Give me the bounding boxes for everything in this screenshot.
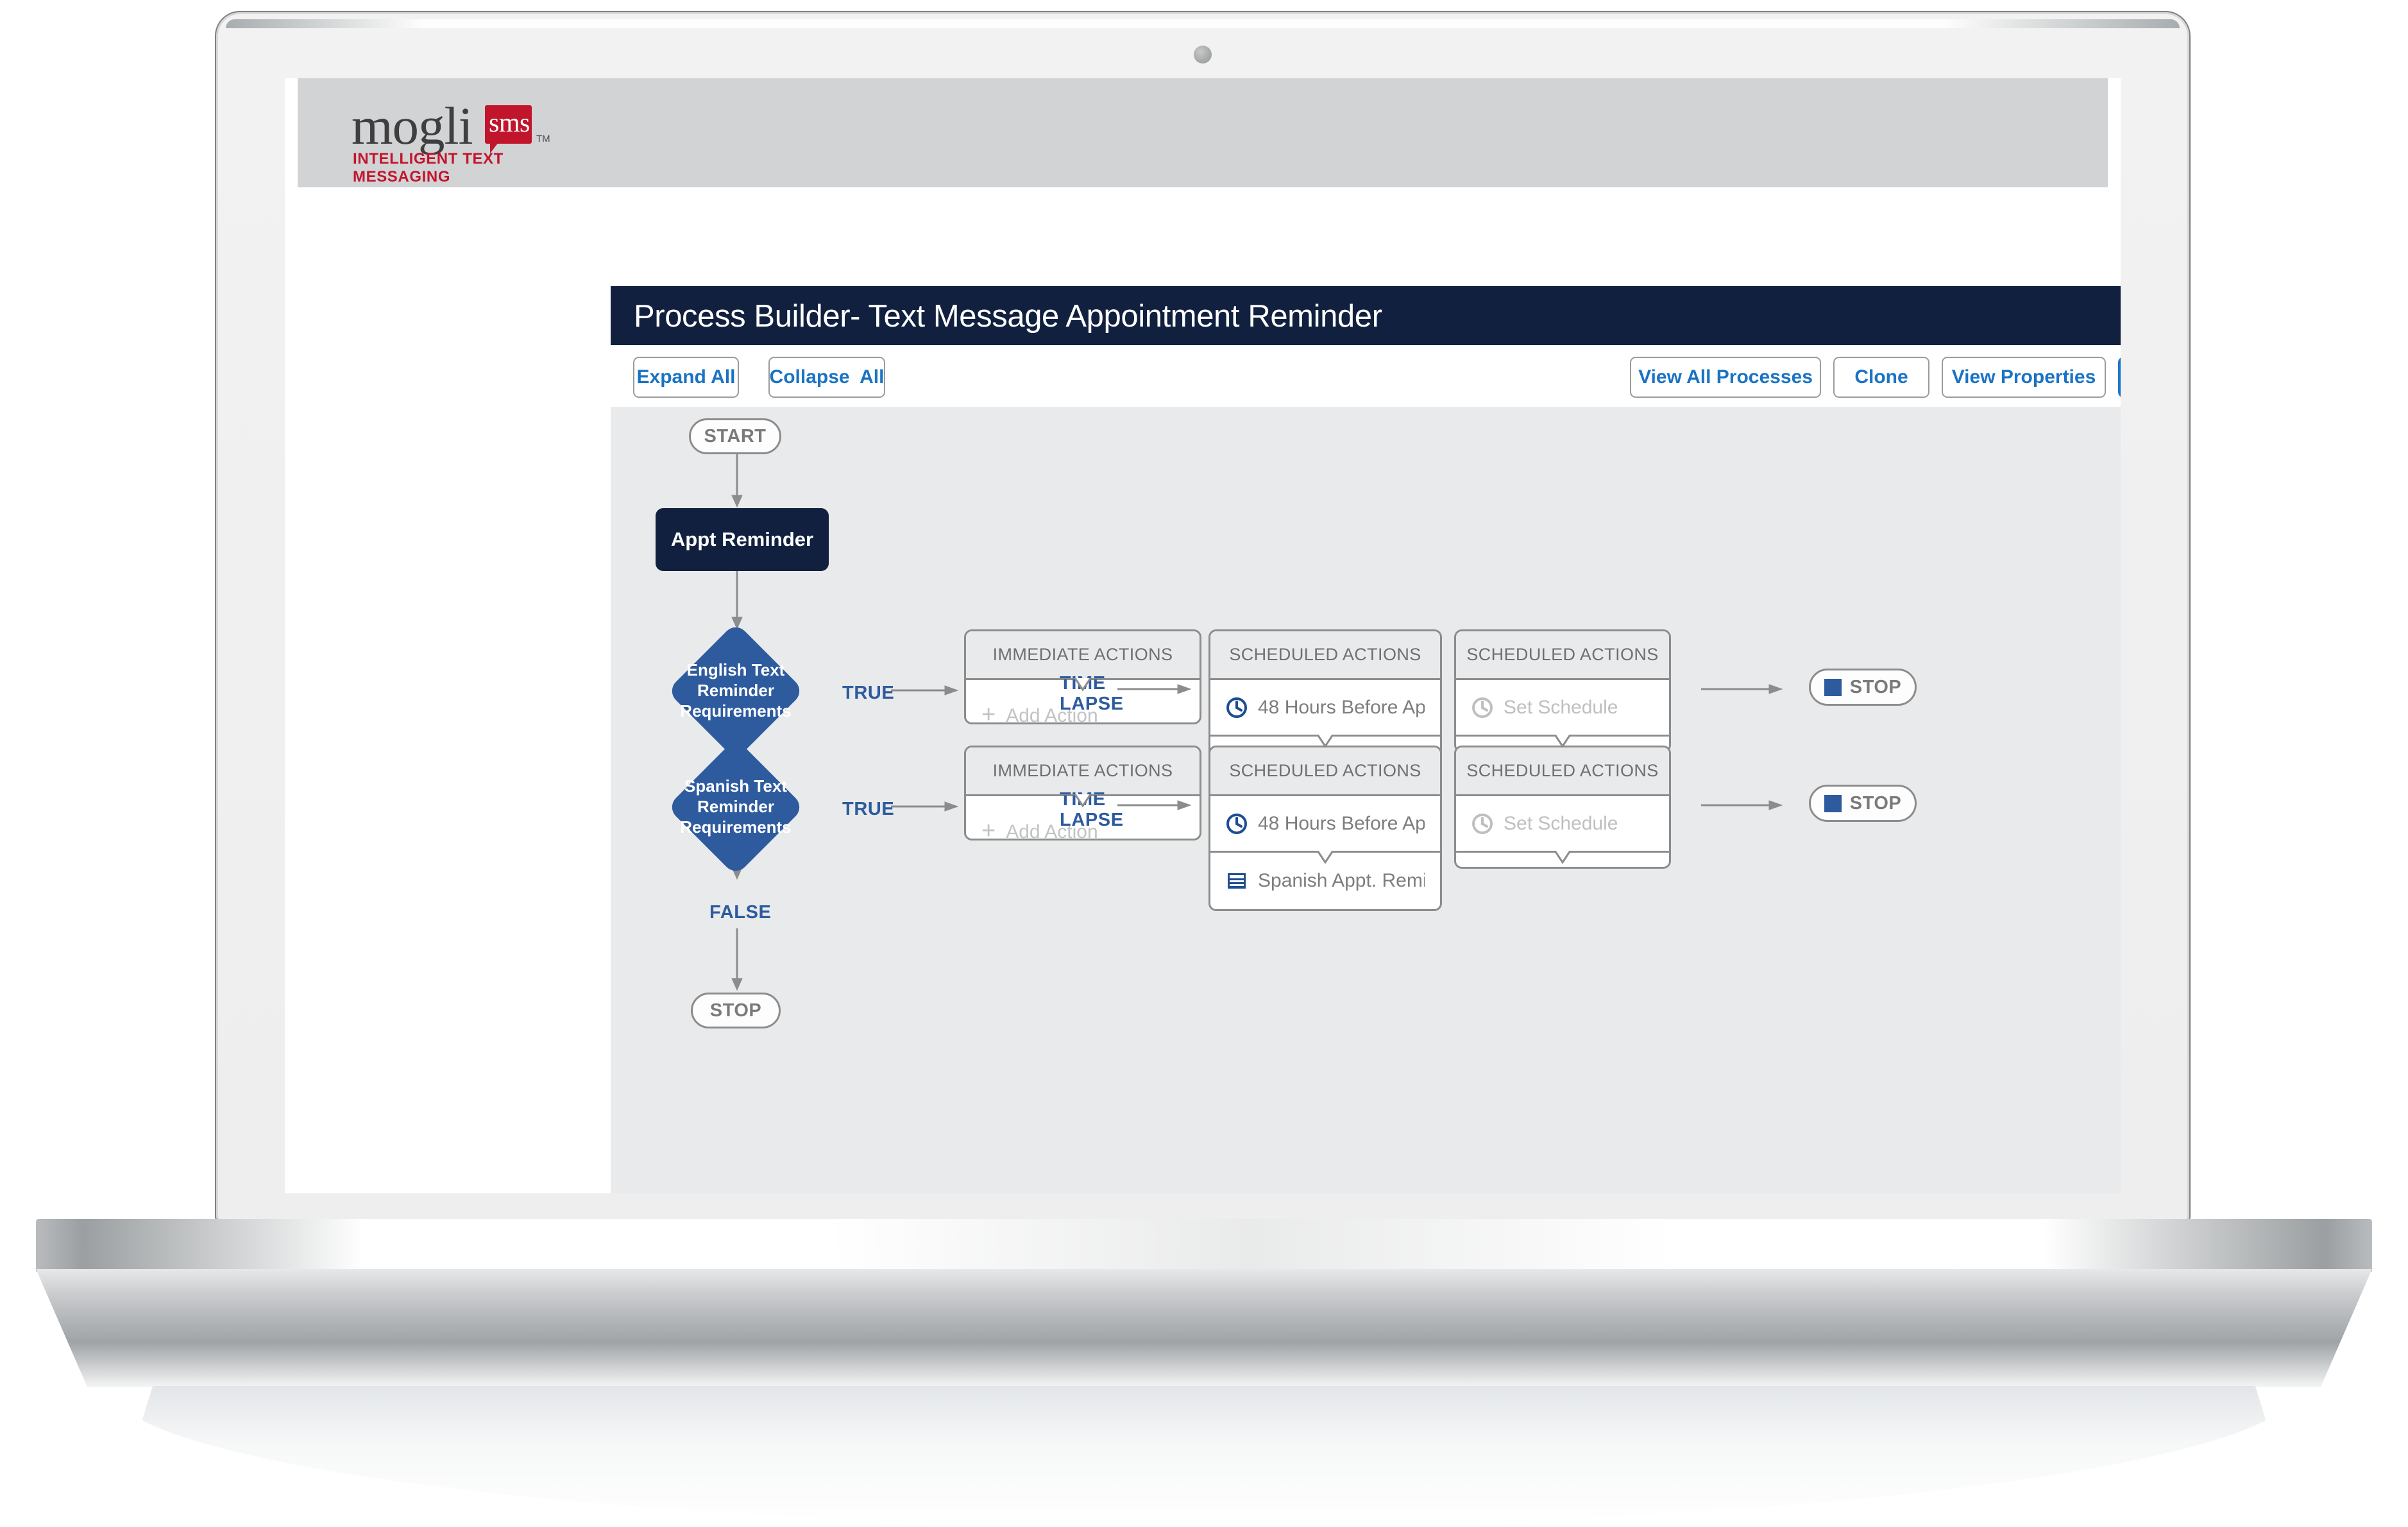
trigger-node-label: Appt Reminder [670, 528, 814, 550]
mogli-sms-badge: sms [485, 105, 532, 144]
scheduled-actions-header-1-english: SCHEDULED ACTIONS [1210, 631, 1440, 680]
page-title: Process Builder- Text Message Appointmen… [634, 299, 1382, 334]
clock-icon [1226, 697, 1247, 718]
scheduled-actions-header-label: SCHEDULED ACTIONS [1466, 761, 1659, 780]
panel-notch-icon [1538, 735, 1587, 748]
laptop-base-lip [36, 1219, 2372, 1272]
scheduled-actions-header-label: SCHEDULED ACTIONS [1229, 761, 1421, 780]
set-schedule-row-spanish[interactable]: Set Schedule [1456, 796, 1669, 864]
collapse-all-button[interactable]: Collapse All [768, 357, 885, 398]
mogli-logo: mogli sms TM INTELLIGENT TEXT MESSAGING [352, 96, 595, 185]
schedule-row-spanish[interactable]: 48 Hours Before Ap... [1210, 796, 1440, 864]
scheduled-actions-header-2-spanish: SCHEDULED ACTIONS [1456, 747, 1669, 796]
branch-true-label-spanish: TRUE [842, 799, 895, 819]
connector-spanish-false [731, 928, 743, 991]
connector-spanish-to-stop [1701, 800, 1783, 810]
connector-start-to-trigger [731, 454, 743, 508]
process-flow-canvas: START Appt Reminder English Text Reminde… [611, 407, 2121, 1193]
scheduled-actions-panel-2-spanish[interactable]: SCHEDULED ACTIONS Set Schedule + Add Act… [1454, 746, 1671, 869]
add-action-row-scheduled-1-spanish[interactable]: + Add Action [1226, 909, 1425, 911]
connector-spanish-time-lapse [1117, 800, 1192, 810]
criteria-node-spanish[interactable]: Spanish Text Reminder Requirements [666, 738, 805, 876]
action-row-label: Spanish Appt. Remin... [1258, 870, 1425, 891]
immediate-actions-header-label: IMMEDIATE ACTIONS [992, 645, 1173, 664]
clock-icon [1472, 697, 1493, 718]
criteria-line-1: Spanish Text [684, 776, 787, 796]
app-header: mogli sms TM INTELLIGENT TEXT MESSAGING … [298, 78, 2108, 187]
trademark-mark: TM [536, 133, 550, 144]
stop-square-icon [1824, 678, 1842, 696]
criteria-line-1: English Text [686, 660, 785, 680]
laptop-base-body [36, 1269, 2372, 1387]
start-node-label: START [704, 425, 767, 447]
panel-notch-icon [1538, 851, 1587, 864]
laptop-base [0, 1219, 2408, 1527]
branch-false-label-spanish: FALSE [709, 902, 772, 923]
schedule-row-english[interactable]: 48 Hours Before Ap... [1210, 680, 1440, 748]
start-node[interactable]: START [689, 418, 781, 454]
schedule-row-label: 48 Hours Before Ap... [1258, 696, 1425, 718]
immediate-actions-header-label: IMMEDIATE ACTIONS [992, 761, 1173, 780]
stop-node-english[interactable]: STOP [1809, 669, 1917, 706]
stop-node-label: STOP [1849, 676, 1902, 697]
clock-icon [1472, 813, 1493, 834]
time-lapse-line-2: LAPSE [1060, 810, 1124, 831]
set-schedule-label: Set Schedule [1504, 696, 1618, 718]
criteria-line-3: Requirements [680, 701, 792, 721]
set-schedule-label: Set Schedule [1504, 812, 1618, 834]
connector-english-to-stop [1701, 684, 1783, 694]
webcam-icon [1194, 46, 1212, 64]
expand-all-button[interactable]: Expand All [633, 357, 739, 398]
scheduled-actions-header-2-english: SCHEDULED ACTIONS [1456, 631, 1669, 680]
final-stop-node[interactable]: STOP [691, 993, 781, 1028]
stop-node-spanish[interactable]: STOP [1809, 785, 1917, 822]
deactivate-button[interactable]: Deactivate [2118, 357, 2121, 398]
panel-notch-icon [1301, 735, 1350, 748]
connector-trigger-to-criteria-1 [731, 571, 743, 630]
time-lapse-line-2: LAPSE [1060, 694, 1124, 715]
clone-button[interactable]: Clone [1833, 357, 1929, 398]
clock-icon [1226, 813, 1247, 834]
scheduled-actions-header-1-spanish: SCHEDULED ACTIONS [1210, 747, 1440, 796]
mogli-wordmark: mogli [352, 96, 473, 155]
screen-content: mogli sms TM INTELLIGENT TEXT MESSAGING … [285, 78, 2121, 1193]
criteria-node-english-label: English Text Reminder Requirements [679, 642, 792, 740]
connector-english-time-lapse [1117, 684, 1192, 694]
stop-square-icon [1824, 794, 1842, 812]
connector-english-true [891, 685, 959, 695]
criteria-node-spanish-label: Spanish Text Reminder Requirements [679, 758, 792, 856]
panel-notch-icon [1058, 794, 1107, 808]
mogli-sms-badge-text: sms [489, 108, 530, 138]
set-schedule-row-english[interactable]: Set Schedule [1456, 680, 1669, 748]
criteria-line-2: Reminder [697, 797, 774, 817]
scheduled-actions-panel-1-spanish[interactable]: SCHEDULED ACTIONS 48 Hours Before Ap... [1208, 746, 1442, 911]
laptop-bezel-highlight [226, 19, 2180, 28]
page-title-bar: Process Builder- Text Message Appointmen… [611, 286, 2121, 345]
branch-true-label-english: TRUE [842, 683, 895, 703]
trigger-node[interactable]: Appt Reminder [656, 508, 829, 571]
record-icon [1228, 873, 1246, 889]
view-all-processes-button[interactable]: View All Processes [1630, 357, 1821, 398]
criteria-node-english[interactable]: English Text Reminder Requirements [666, 622, 805, 760]
connector-spanish-true [891, 801, 959, 812]
view-properties-button[interactable]: View Properties [1942, 357, 2106, 398]
schedule-row-label: 48 Hours Before Ap... [1258, 812, 1425, 834]
criteria-line-3: Requirements [680, 817, 792, 837]
scheduled-actions-panel-2-english[interactable]: SCHEDULED ACTIONS Set Schedule + Add Act… [1454, 629, 1671, 753]
panel-notch-icon [1058, 678, 1107, 692]
panel-notch-icon [1301, 851, 1350, 864]
stop-node-label: STOP [1849, 792, 1902, 814]
scheduled-actions-header-label: SCHEDULED ACTIONS [1229, 645, 1421, 664]
laptop-reflection [109, 1386, 2299, 1527]
mogli-tagline: INTELLIGENT TEXT MESSAGING [353, 150, 504, 185]
scheduled-actions-header-label: SCHEDULED ACTIONS [1466, 645, 1659, 664]
final-stop-label: STOP [709, 1000, 762, 1021]
criteria-line-2: Reminder [697, 681, 774, 701]
